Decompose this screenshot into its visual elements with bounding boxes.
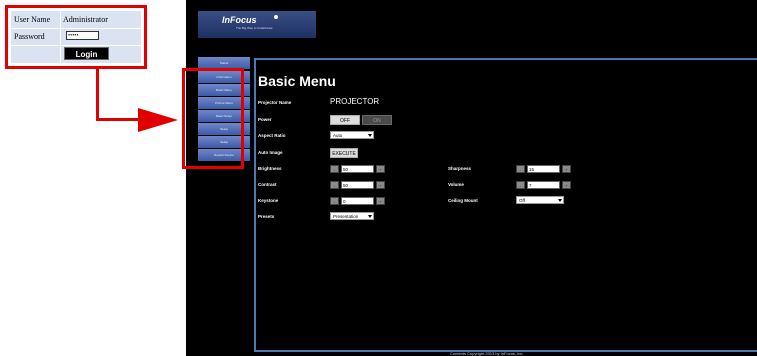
sharpness-increase-button[interactable]: + <box>562 165 571 173</box>
contrast-increase-button[interactable]: + <box>376 181 385 189</box>
callout-connector <box>96 69 99 121</box>
brightness-input[interactable]: 50 <box>341 165 374 173</box>
auto-image-label: Auto Image <box>258 150 283 155</box>
brand-name: InFocus <box>222 15 257 25</box>
brand-tagline: The Big Way to Collaborate <box>236 26 273 30</box>
projector-name-label: Projector Name <box>258 100 292 105</box>
contrast-decrease-button[interactable]: - <box>330 181 339 189</box>
presets-select[interactable]: Presentation <box>330 212 374 220</box>
keystone-label: Keystone <box>258 198 279 203</box>
chevron-down-icon <box>368 215 372 218</box>
ceiling-mount-label: Ceiling Mount <box>448 198 478 203</box>
presets-value: Presentation <box>333 214 359 219</box>
sharpness-decrease-button[interactable]: - <box>516 165 525 173</box>
brightness-increase-button[interactable]: + <box>376 165 385 173</box>
sharpness-label: Sharpness <box>448 166 472 171</box>
username-row: User Name Administrator <box>11 11 141 28</box>
power-on-button[interactable]: ON <box>362 115 392 125</box>
chevron-down-icon <box>368 134 372 137</box>
brightness-decrease-button[interactable]: - <box>330 165 339 173</box>
aspect-ratio-select[interactable]: Auto <box>330 131 374 139</box>
logo-mark-icon <box>274 15 278 19</box>
aspect-ratio-value: Auto <box>333 133 343 138</box>
presets-label: Presets <box>258 214 275 219</box>
arrow-right-icon <box>138 108 178 132</box>
login-form: User Name Administrator Password ••••• L… <box>11 11 141 63</box>
footer-copyright: Contents Copyright 2013 by InFocus, Inc. <box>450 351 524 356</box>
keystone-input[interactable]: 0 <box>341 197 374 205</box>
ceiling-mount-value: Off <box>519 198 525 203</box>
login-row-divider <box>11 45 141 46</box>
brightness-label: Brightness <box>258 166 282 171</box>
infocus-logo: InFocus The Big Way to Collaborate <box>198 11 316 38</box>
callout-connector <box>96 118 144 121</box>
contrast-label: Contrast <box>258 182 277 187</box>
power-label: Power <box>258 117 272 122</box>
ceiling-mount-select[interactable]: Off <box>516 196 564 204</box>
contrast-input[interactable]: 50 <box>341 181 374 189</box>
login-button[interactable]: Login <box>64 47 109 60</box>
projector-name-value: PROJECTOR <box>330 97 380 106</box>
auto-image-execute-button[interactable]: EXECUTE <box>330 148 358 158</box>
power-off-button[interactable]: OFF <box>330 115 360 125</box>
username-value[interactable]: Administrator <box>63 15 108 24</box>
sharpness-input[interactable]: 16 <box>527 165 560 173</box>
password-label: Password <box>14 32 45 41</box>
volume-input[interactable]: 7 <box>527 181 560 189</box>
login-callout: User Name Administrator Password ••••• L… <box>5 5 147 69</box>
volume-increase-button[interactable]: + <box>562 181 571 189</box>
password-row: Password ••••• <box>11 28 141 45</box>
password-input[interactable]: ••••• <box>66 31 99 40</box>
username-label: User Name <box>14 15 51 24</box>
chevron-down-icon <box>558 199 562 202</box>
volume-label: Volume <box>448 182 464 187</box>
page-title: Basic Menu <box>258 73 336 89</box>
keystone-decrease-button[interactable]: - <box>330 197 339 205</box>
projector-web-ui: InFocus The Big Way to Collaborate Statu… <box>186 0 757 356</box>
volume-decrease-button[interactable]: - <box>516 181 525 189</box>
sidebar-highlight <box>182 68 244 169</box>
keystone-increase-button[interactable]: + <box>376 197 385 205</box>
aspect-ratio-label: Aspect Ratio <box>258 133 286 138</box>
